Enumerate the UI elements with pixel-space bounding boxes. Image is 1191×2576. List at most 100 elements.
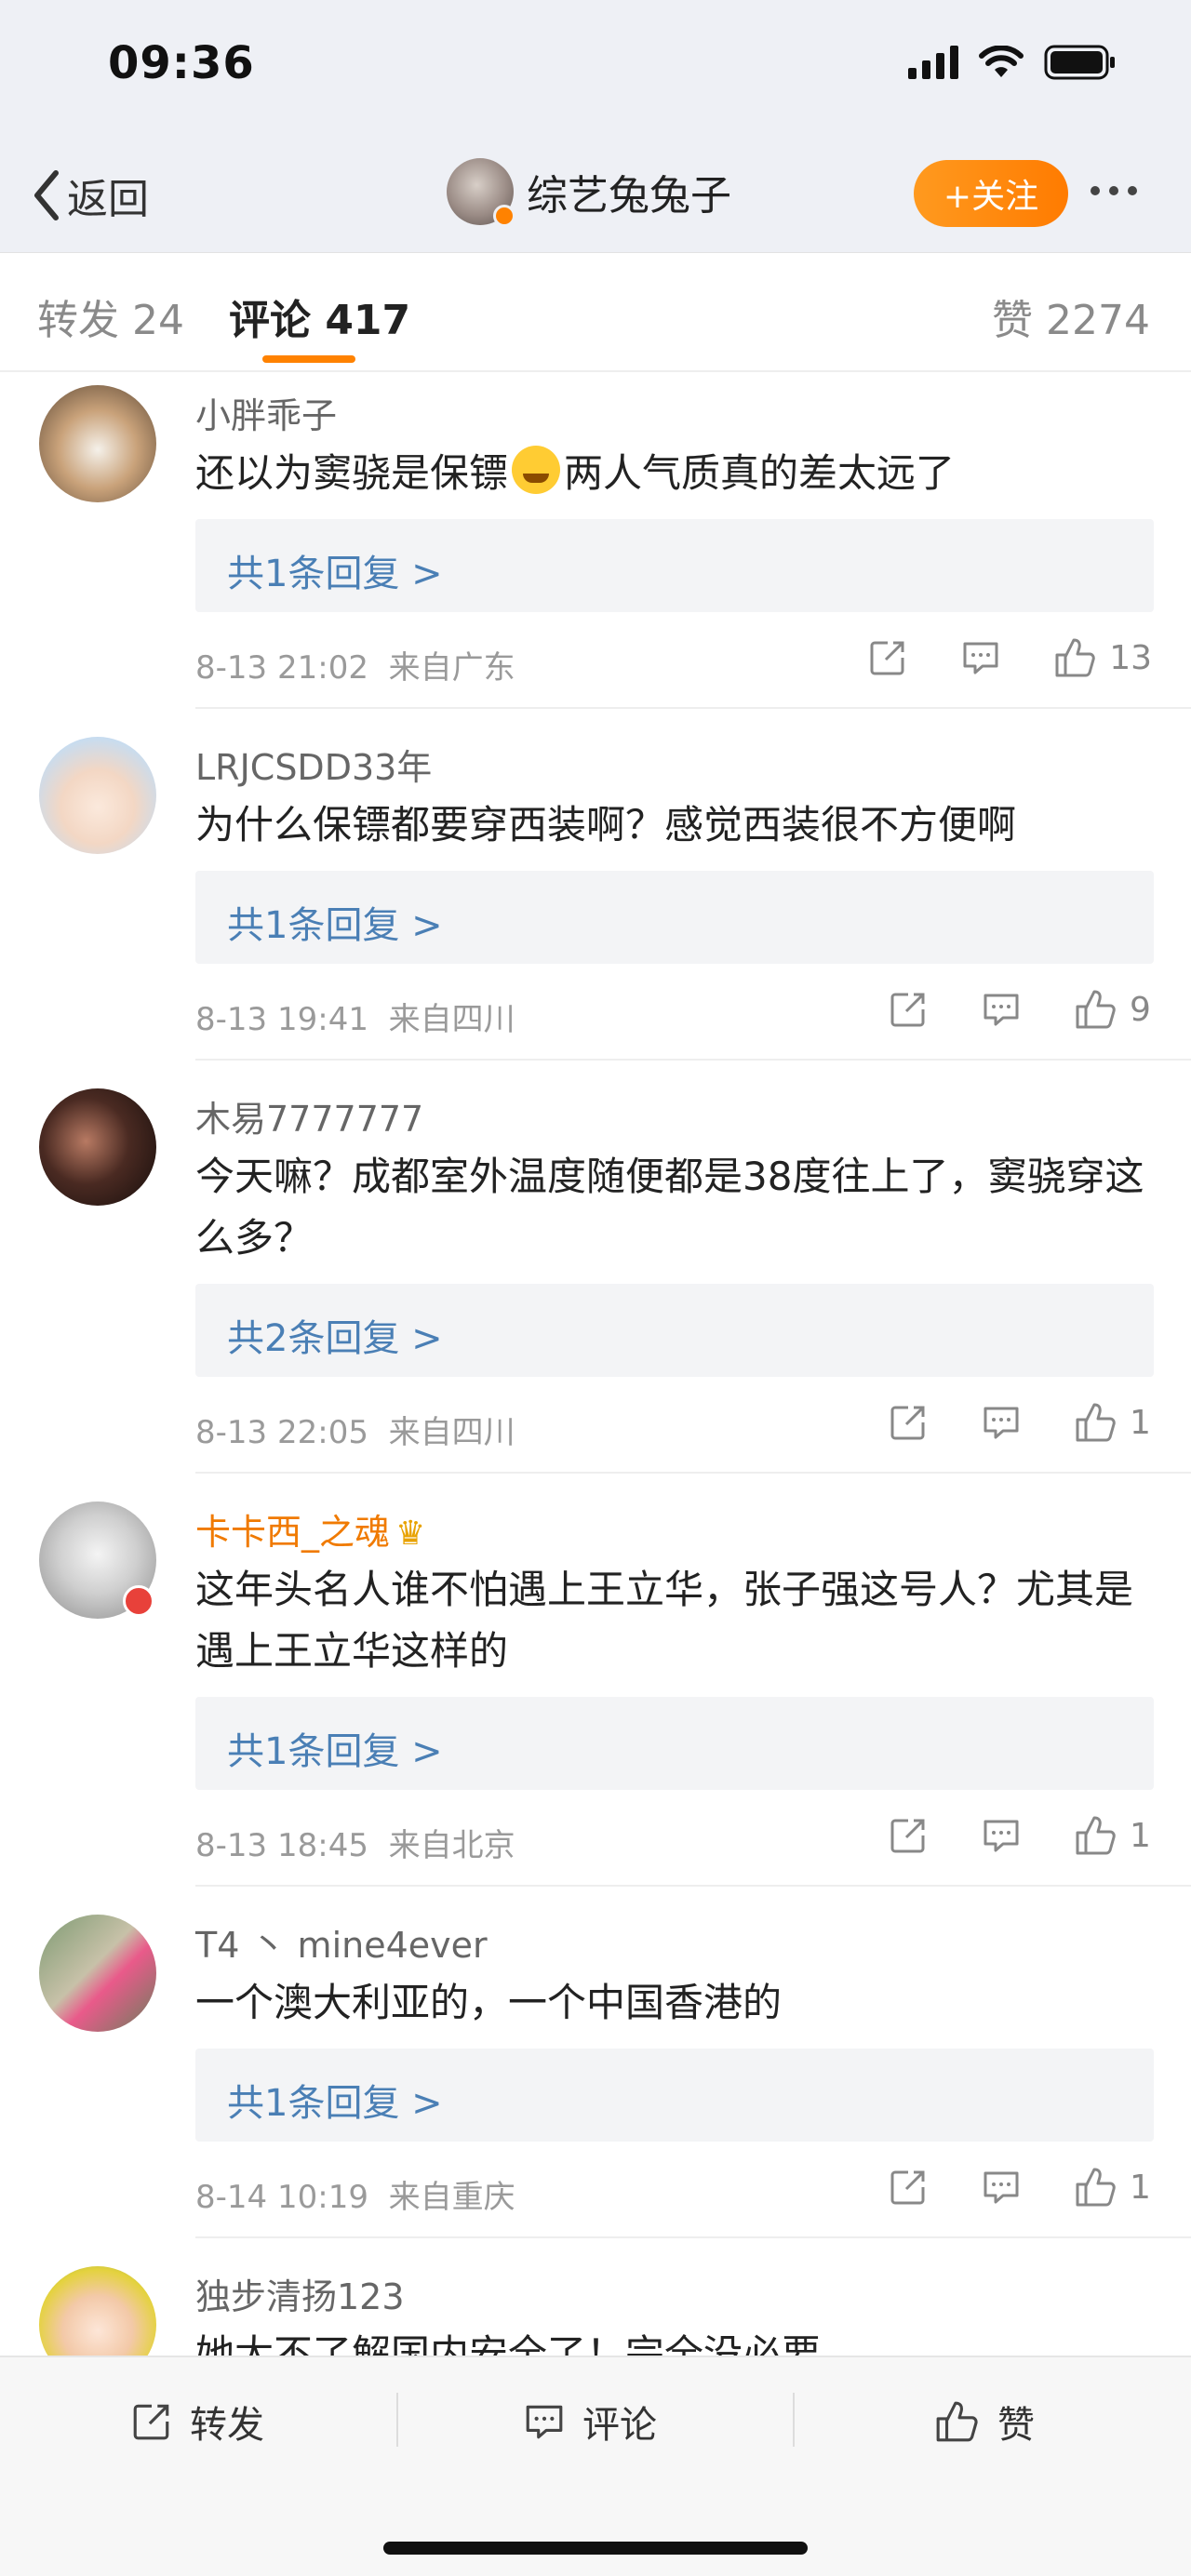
nav-bar: 返回 综艺兔兔子 +关注 bbox=[0, 140, 1191, 253]
comment-text: 这年头名人谁不怕遇上王立华，张子强这号人？尤其是遇上王立华这样的 bbox=[195, 1567, 1134, 1674]
thumbs-up-icon bbox=[936, 2401, 978, 2442]
reply-link[interactable]: 共1条回复 > bbox=[227, 1721, 443, 1775]
comment-time: 8-13 21:02 bbox=[195, 649, 368, 687]
thumbs-up-icon bbox=[1076, 990, 1116, 1029]
wifi-icon bbox=[979, 46, 1024, 79]
comment-time: 8-13 18:45 bbox=[195, 1827, 368, 1864]
repost-button[interactable]: 转发 bbox=[130, 2395, 264, 2449]
comment-meta: 8-13 19:41 来自四川 bbox=[195, 994, 515, 1039]
avatar[interactable] bbox=[39, 1088, 156, 1206]
comment-meta: 8-13 18:45 来自北京 bbox=[195, 1820, 515, 1865]
laugh-cry-emoji-icon bbox=[512, 446, 561, 494]
reply-box[interactable]: 共1条回复 > bbox=[195, 2049, 1154, 2142]
home-indicator[interactable] bbox=[383, 2542, 808, 2555]
comment-meta: 8-13 21:02 来自广东 bbox=[195, 642, 515, 687]
comment-location: 来自重庆 bbox=[388, 2179, 515, 2216]
divider bbox=[195, 1885, 1191, 1887]
like-button[interactable]: 9 bbox=[1074, 988, 1152, 1031]
comment-actions: 1 bbox=[888, 1814, 1152, 1857]
verified-badge-icon bbox=[493, 205, 515, 227]
like-label: 赞 bbox=[997, 2404, 1035, 2447]
like-count: 9 bbox=[1130, 990, 1151, 1029]
comment-icon[interactable] bbox=[960, 637, 1001, 678]
comment-icon[interactable] bbox=[981, 989, 1022, 1030]
user-badge-icon bbox=[123, 1585, 154, 1617]
comment-actions: 1 bbox=[888, 1401, 1152, 1444]
like-count: 1 bbox=[1130, 1403, 1151, 1442]
comment-button[interactable]: 评论 bbox=[523, 2395, 657, 2449]
tab-comment[interactable]: 评论 417 bbox=[229, 287, 410, 346]
share-icon[interactable] bbox=[888, 1815, 929, 1856]
comment-actions: 9 bbox=[888, 988, 1152, 1031]
thumbs-up-icon bbox=[1055, 638, 1095, 677]
avatar[interactable] bbox=[39, 385, 156, 502]
battery-icon bbox=[1044, 45, 1117, 80]
comment-author[interactable]: LRJCSDD33年 bbox=[195, 739, 432, 790]
account-header[interactable]: 综艺兔兔子 bbox=[447, 158, 731, 227]
reply-box[interactable]: 共2条回复 > bbox=[195, 1284, 1154, 1377]
status-time: 09:36 bbox=[108, 37, 255, 89]
avatar[interactable] bbox=[39, 737, 156, 854]
comment-meta: 8-13 22:05 来自四川 bbox=[195, 1407, 515, 1452]
thumbs-up-icon bbox=[1076, 2168, 1116, 2207]
reply-link[interactable]: 共1条回复 > bbox=[227, 543, 443, 597]
thumbs-up-icon bbox=[1076, 1403, 1116, 1442]
comment-text: 一个澳大利亚的，一个中国香港的 bbox=[195, 1980, 783, 2025]
share-icon[interactable] bbox=[888, 989, 929, 1030]
reply-box[interactable]: 共1条回复 > bbox=[195, 519, 1154, 612]
active-tab-indicator bbox=[262, 355, 355, 363]
thumbs-up-icon bbox=[1076, 1816, 1116, 1855]
comment-actions: 13 bbox=[867, 636, 1152, 679]
share-icon bbox=[133, 2404, 169, 2440]
avatar[interactable] bbox=[39, 1915, 156, 2032]
comment-author[interactable]: T4 丶 mine4ever bbox=[195, 1916, 488, 1968]
like-button[interactable]: 1 bbox=[1074, 1814, 1152, 1857]
like-button[interactable]: 13 bbox=[1053, 636, 1152, 679]
divider bbox=[195, 707, 1191, 709]
comment-text: 为什么保镖都要穿西装啊？感觉西装很不方便啊 bbox=[195, 802, 1017, 848]
reply-box[interactable]: 共1条回复 > bbox=[195, 1697, 1154, 1790]
comment-meta: 8-14 10:19 来自重庆 bbox=[195, 2171, 515, 2217]
back-label: 返回 bbox=[67, 176, 149, 223]
repost-label: 转发 bbox=[190, 2404, 264, 2447]
comment-label: 评论 bbox=[582, 2404, 657, 2447]
avatar[interactable] bbox=[447, 158, 515, 227]
comment-icon[interactable] bbox=[981, 1815, 1022, 1856]
comment-time: 8-13 22:05 bbox=[195, 1414, 368, 1451]
avatar[interactable] bbox=[39, 1502, 156, 1619]
tab-repost[interactable]: 转发 24 bbox=[37, 287, 184, 346]
like-button[interactable]: 1 bbox=[1074, 2166, 1152, 2209]
chevron-left-icon bbox=[34, 170, 59, 220]
comment-author[interactable]: 独步清扬123 bbox=[195, 2268, 405, 2319]
comment-location: 来自北京 bbox=[388, 1827, 515, 1864]
comment-author[interactable]: 卡卡西_之魂 ♛ bbox=[195, 1503, 425, 1555]
reply-link[interactable]: 共1条回复 > bbox=[227, 2073, 443, 2127]
reply-link[interactable]: 共1条回复 > bbox=[227, 895, 443, 949]
status-icons bbox=[908, 45, 1117, 80]
like-button[interactable]: 1 bbox=[1074, 1401, 1152, 1444]
bottom-action-bar: 转发 评论 赞 bbox=[0, 2356, 1191, 2576]
like-button[interactable]: 赞 bbox=[934, 2395, 1035, 2449]
comment-author[interactable]: 小胖乖子 bbox=[195, 387, 337, 438]
back-button[interactable]: 返回 bbox=[30, 166, 149, 225]
divider bbox=[195, 2236, 1191, 2238]
follow-button[interactable]: +关注 bbox=[914, 160, 1068, 227]
comment-location: 来自广东 bbox=[388, 649, 515, 687]
comment-icon[interactable] bbox=[981, 1402, 1022, 1443]
comment-author[interactable]: 木易7777777 bbox=[195, 1090, 423, 1141]
crown-icon: ♛ bbox=[395, 1515, 426, 1553]
share-icon[interactable] bbox=[888, 1402, 929, 1443]
comment-text: 还以为窦骁是保镖 两人气质真的差太远了 bbox=[195, 443, 1154, 504]
share-icon[interactable] bbox=[888, 2167, 929, 2208]
account-name: 综艺兔兔子 bbox=[527, 172, 731, 220]
divider bbox=[793, 2393, 795, 2447]
share-icon[interactable] bbox=[867, 637, 908, 678]
more-options-icon[interactable] bbox=[1091, 186, 1137, 195]
comment-icon[interactable] bbox=[981, 2167, 1022, 2208]
tab-like[interactable]: 赞 2274 bbox=[992, 287, 1150, 346]
comment-icon bbox=[526, 2405, 563, 2439]
comment-actions: 1 bbox=[888, 2166, 1152, 2209]
like-count: 13 bbox=[1109, 638, 1152, 677]
reply-box[interactable]: 共1条回复 > bbox=[195, 871, 1154, 964]
reply-link[interactable]: 共2条回复 > bbox=[227, 1308, 443, 1362]
